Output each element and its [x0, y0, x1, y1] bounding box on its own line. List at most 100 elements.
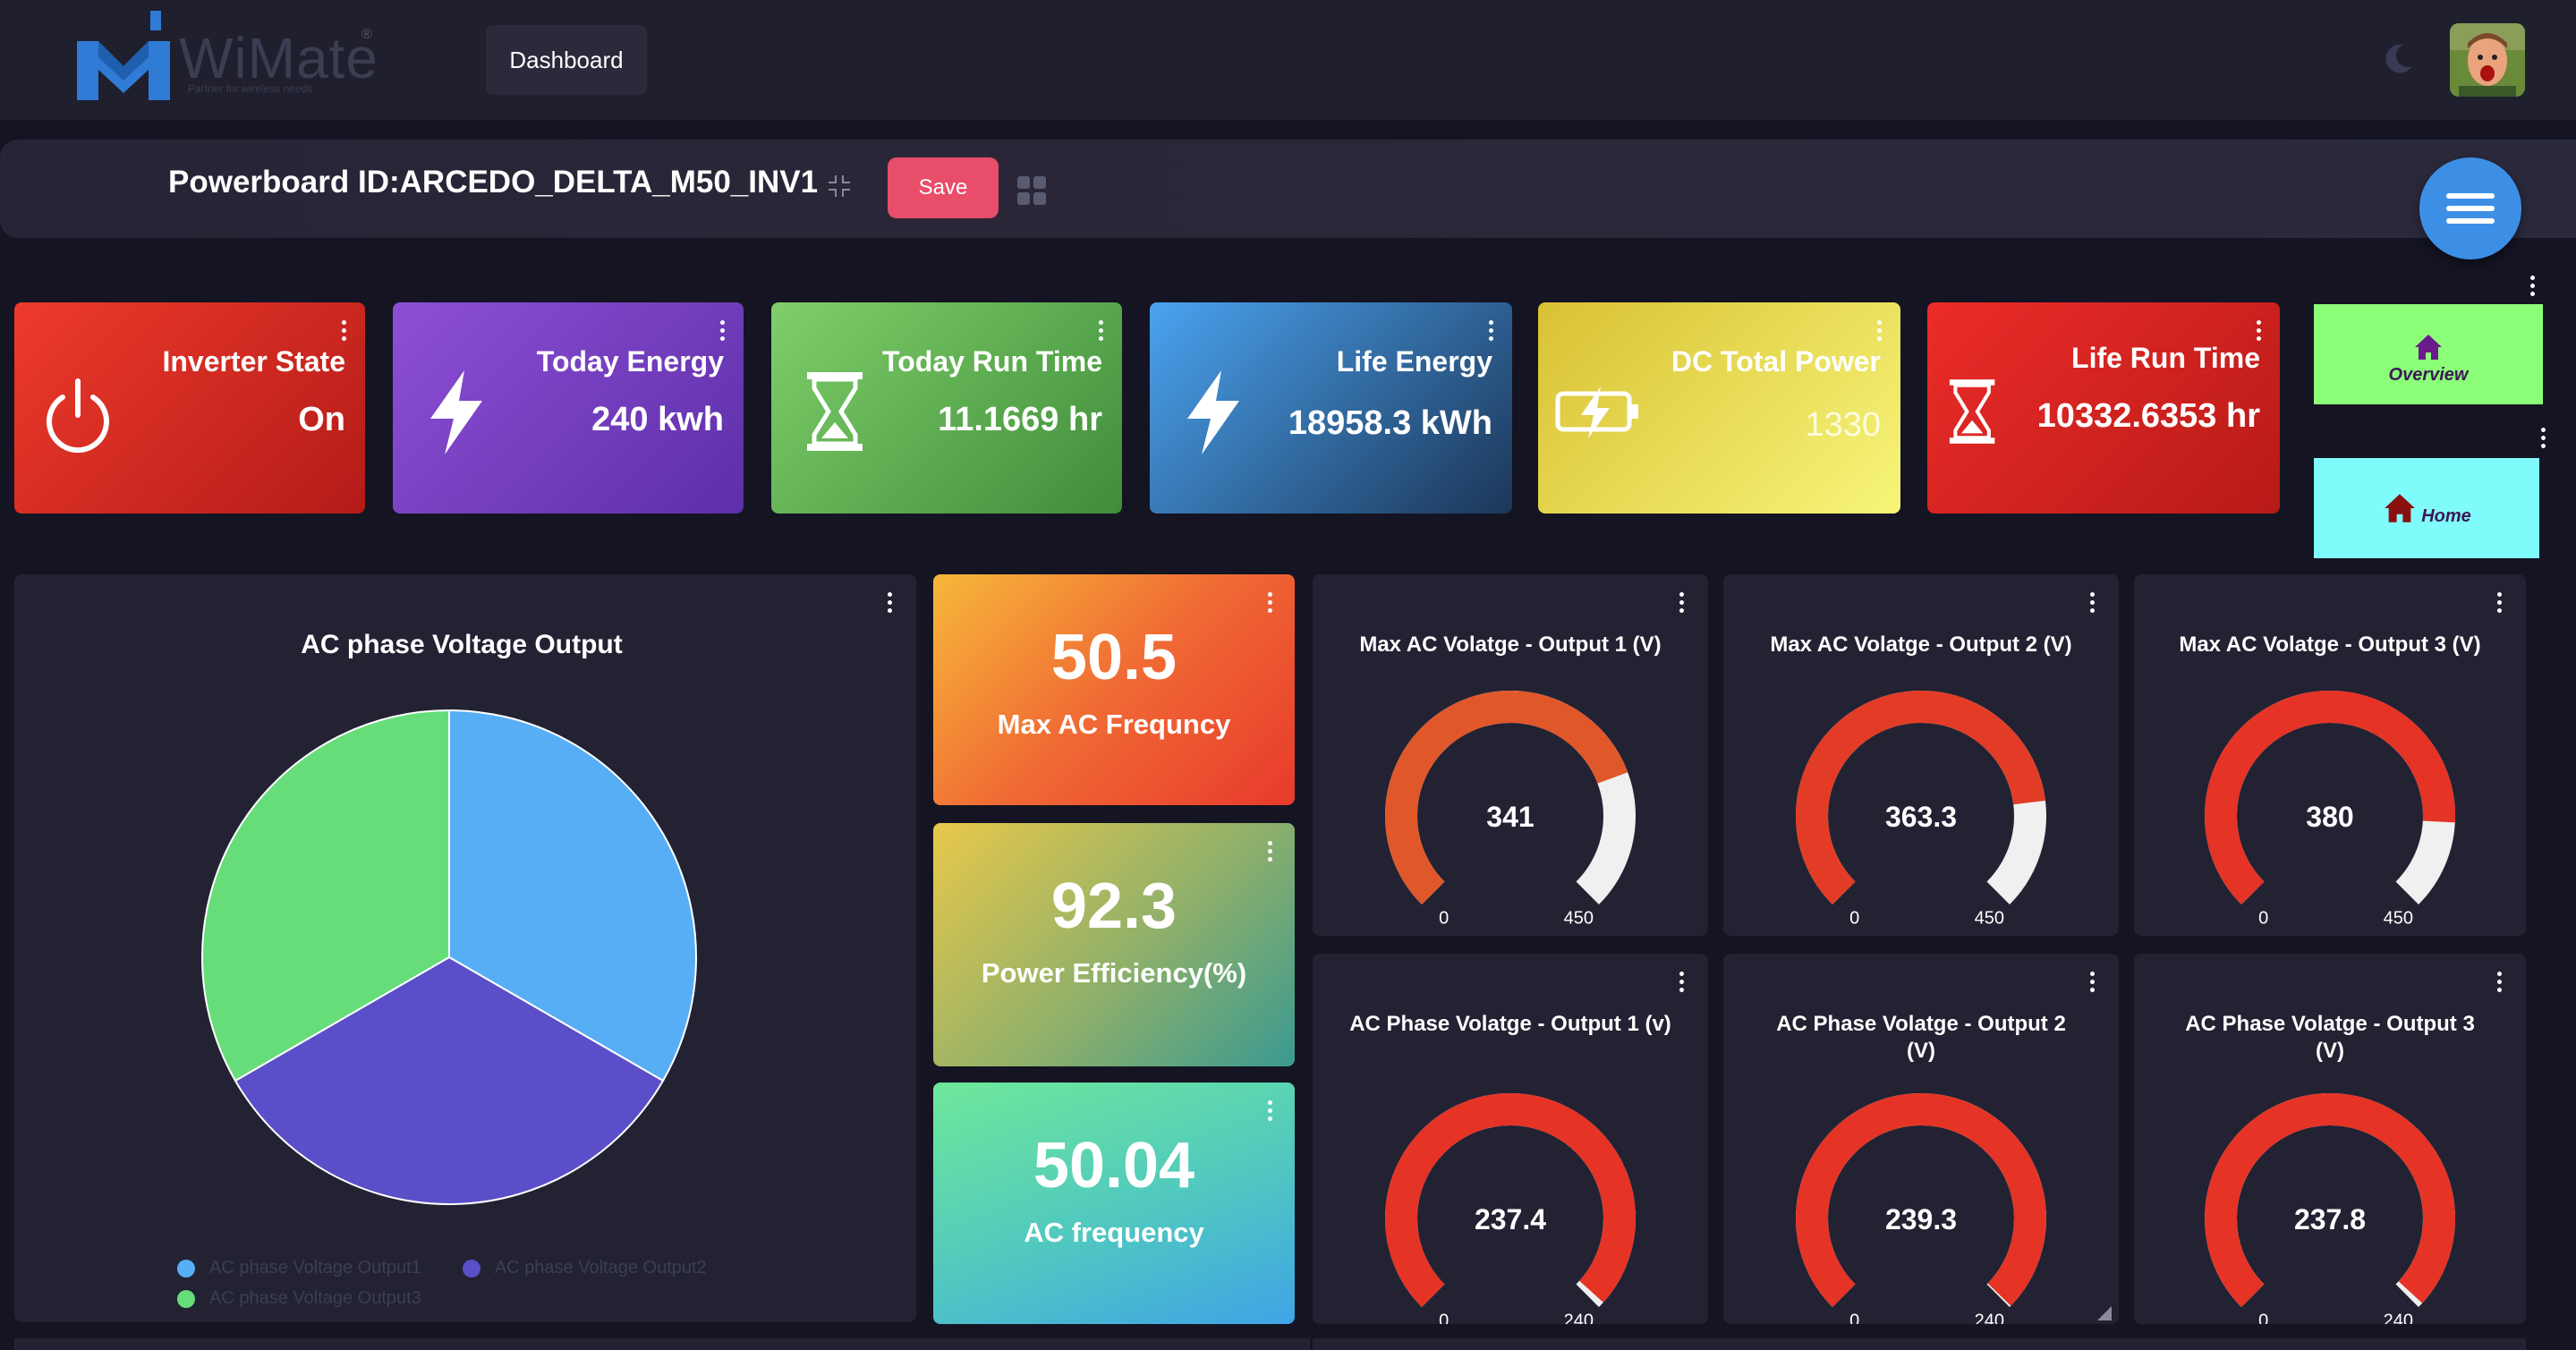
gauge-value: 363.3: [1885, 801, 1957, 833]
stat-value: On: [298, 401, 345, 438]
kebab-menu-icon[interactable]: [1266, 1100, 1273, 1125]
gauge-dial: 341 0 450: [1385, 691, 1636, 928]
gauge-max-ac-voltage-output-3: Max AC Volatge - Output 3 (V) 380 0 450: [2134, 574, 2526, 936]
stat-title: DC Total Power: [1671, 345, 1881, 378]
gauge-min-label: 0: [1439, 908, 1449, 928]
stat-value: 11.1669 hr: [938, 401, 1102, 438]
kebab-menu-icon[interactable]: [1266, 841, 1273, 866]
gauge-max-label: 240: [2384, 1311, 2413, 1324]
legend-swatch: [462, 1259, 480, 1278]
stat-title: Inverter State: [162, 345, 345, 378]
kebab-menu-icon[interactable]: [1875, 320, 1883, 345]
save-button[interactable]: Save: [888, 157, 999, 218]
overview-tile[interactable]: Overview: [2314, 304, 2543, 404]
power-icon: [47, 378, 109, 454]
gauge-max-label: 450: [2384, 908, 2413, 928]
gauge-min-label: 0: [2258, 908, 2268, 928]
bolt-icon: [1187, 370, 1239, 454]
chart-legend: AC phase Voltage Output1 AC phase Voltag…: [177, 1258, 707, 1278]
next-row-panel: [14, 1338, 1310, 1350]
layout-grid-icon[interactable]: [1016, 175, 1047, 206]
legend-swatch: [177, 1259, 195, 1278]
logo-tagline: Partner for wireless needs: [188, 82, 313, 95]
kebab-menu-icon[interactable]: [2539, 428, 2546, 453]
gauge-dial: 239.3 0 240: [1796, 1093, 2046, 1324]
gauge-dial: 237.4 0 240: [1385, 1093, 1636, 1324]
gauge-dial: 380 0 450: [2205, 691, 2455, 928]
hourglass-icon: [807, 372, 863, 451]
metric-label: Max AC Frequncy: [997, 709, 1231, 740]
gauge-dial: 237.8 0 240: [2205, 1093, 2455, 1324]
dark-mode-toggle[interactable]: [2380, 41, 2416, 77]
logo-text: WiMate: [179, 26, 378, 90]
hourglass-icon: [1949, 379, 1995, 444]
moon-icon: [2385, 44, 2412, 73]
bolt-icon: [430, 370, 482, 454]
resize-handle-icon[interactable]: [2097, 1306, 2112, 1320]
metric-label: Power Efficiency(%): [981, 957, 1247, 989]
gauge-value: 239.3: [1885, 1203, 1957, 1235]
menu-button[interactable]: [2419, 157, 2521, 259]
legend-item[interactable]: AC phase Voltage Output2: [462, 1258, 707, 1278]
stat-title: Today Energy: [536, 345, 724, 378]
stat-card-life-energy[interactable]: Life Energy 18958.3 kWh: [1150, 302, 1512, 514]
metric-card-ac-frequency[interactable]: 50.04 AC frequency: [933, 1083, 1295, 1324]
gauge-value: 237.8: [2294, 1203, 2366, 1235]
stat-card-today-energy[interactable]: Today Energy 240 kwh: [393, 302, 744, 514]
gauge-max-label: 240: [1975, 1311, 2004, 1324]
metric-value: 50.04: [1033, 1130, 1195, 1201]
stat-title: Life Run Time: [2071, 342, 2260, 374]
legend-swatch: [177, 1289, 195, 1308]
home-label: Home: [2421, 505, 2471, 526]
legend-item[interactable]: AC phase Voltage Output1: [177, 1258, 421, 1278]
stat-card-inverter-state[interactable]: Inverter State On: [14, 302, 365, 514]
kebab-menu-icon[interactable]: [1266, 592, 1273, 617]
legend-label: AC phase Voltage Output2: [494, 1258, 707, 1278]
next-row-panel: [1313, 1338, 2526, 1350]
collapse-icon[interactable]: [827, 174, 852, 199]
stat-value: 240 kwh: [591, 401, 724, 438]
dashboard-button[interactable]: Dashboard: [486, 25, 647, 95]
logo-mark-icon: [77, 11, 170, 100]
gauge-ac-phase-voltage-output-3: AC Phase Volatge - Output 3 (V) 237.8 0 240: [2134, 954, 2526, 1324]
user-avatar[interactable]: [2450, 23, 2525, 97]
stat-title: Life Energy: [1336, 345, 1492, 378]
metric-card-max-ac-frequency[interactable]: 50.5 Max AC Frequncy: [933, 574, 1295, 805]
stat-title: Today Run Time: [882, 345, 1102, 378]
gauge-dial: 363.3 0 450: [1796, 691, 2046, 928]
stat-card-dc-total-power[interactable]: DC Total Power 1330: [1538, 302, 1900, 514]
kebab-menu-icon[interactable]: [2529, 276, 2536, 301]
legend-item[interactable]: AC phase Voltage Output3: [177, 1288, 421, 1309]
gauge-max-label: 450: [1564, 908, 1594, 928]
hamburger-icon: [2446, 193, 2495, 224]
gauge-min-label: 0: [1439, 1311, 1449, 1324]
pie-chart-panel: AC phase Voltage Output AC phase Voltage…: [14, 574, 916, 1322]
registered-mark: ®: [361, 27, 372, 42]
gauge-max-ac-voltage-output-2: Max AC Volatge - Output 2 (V) 363.3 0 450: [1723, 574, 2119, 936]
kebab-menu-icon[interactable]: [340, 320, 347, 345]
stat-value: 18958.3 kWh: [1288, 404, 1492, 442]
gauge-max-ac-voltage-output-1: Max AC Volatge - Output 1 (V) 341 0 450: [1313, 574, 1708, 936]
legend-label: AC phase Voltage Output1: [209, 1258, 421, 1278]
gauge-value: 341: [1486, 801, 1534, 833]
avatar-image: [2450, 23, 2525, 97]
gauge-ac-phase-voltage-output-1: AC Phase Volatge - Output 1 (v) 237.4 0 240: [1313, 954, 1708, 1324]
gauge-max-label: 240: [1564, 1311, 1594, 1324]
legend-label: AC phase Voltage Output3: [209, 1288, 421, 1308]
kebab-menu-icon[interactable]: [1097, 320, 1104, 345]
home-icon: [2415, 334, 2442, 360]
stat-value: 10332.6353 hr: [2036, 397, 2260, 435]
kebab-menu-icon[interactable]: [718, 320, 726, 345]
home-tile[interactable]: Home: [2314, 458, 2539, 558]
page-title: Powerboard ID:ARCEDO_DELTA_M50_INV1: [168, 165, 819, 200]
kebab-menu-icon[interactable]: [1487, 320, 1494, 345]
metric-card-power-efficiency[interactable]: 92.3 Power Efficiency(%): [933, 823, 1295, 1066]
metric-value: 50.5: [1050, 622, 1177, 693]
gauge-min-label: 0: [1849, 908, 1859, 928]
metric-label: AC frequency: [1024, 1217, 1204, 1248]
stat-value: 1330: [1805, 406, 1881, 444]
battery-charging-icon: [1555, 386, 1638, 438]
overview-label: Overview: [2388, 364, 2469, 385]
stat-card-today-run-time[interactable]: Today Run Time 11.1669 hr: [771, 302, 1122, 514]
stat-card-life-run-time[interactable]: Life Run Time 10332.6353 hr: [1927, 302, 2280, 514]
